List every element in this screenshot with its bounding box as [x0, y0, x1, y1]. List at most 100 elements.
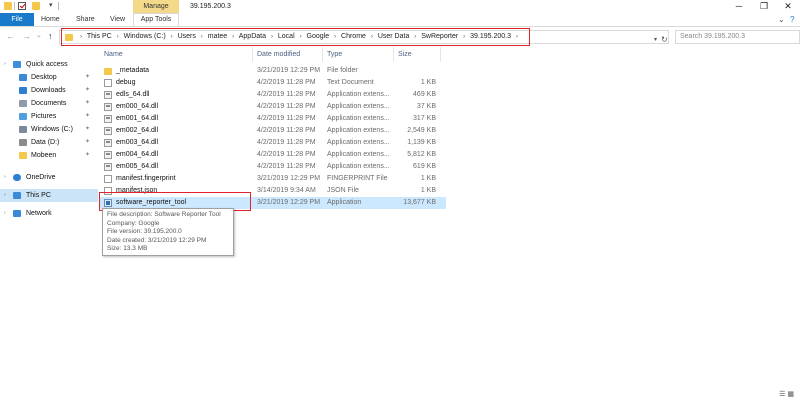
file-date: 4/2/2019 11:28 PM — [257, 79, 316, 86]
column-header-date-modified[interactable]: Date modified — [257, 49, 300, 61]
sidebar-item-network[interactable]: › Network — [0, 207, 98, 220]
properties-icon[interactable] — [18, 2, 26, 10]
file-type: Text Document — [327, 79, 374, 86]
file-row[interactable]: debug 4/2/2019 11:28 PM Text Document 1 … — [100, 77, 446, 89]
large-icons-view-icon[interactable]: ▦ — [787, 391, 794, 398]
file-type: Application — [327, 199, 362, 206]
column-header-name[interactable]: Name — [104, 49, 123, 61]
file-row[interactable]: em005_64.dll 4/2/2019 11:28 PM Applicati… — [100, 161, 446, 173]
file-type: FINGERPRINT File — [327, 175, 388, 182]
file-size: 469 KB — [413, 91, 436, 98]
help-icon[interactable]: ? — [790, 13, 794, 26]
column-divider[interactable] — [252, 47, 253, 62]
manage-context-tab[interactable]: Manage — [133, 0, 179, 13]
sidebar-item-desktop[interactable]: Desktop ✦ — [0, 71, 98, 84]
tab-share[interactable]: Share — [76, 13, 95, 26]
details-view-icon[interactable]: ☰ — [779, 391, 785, 398]
sidebar-item-quick-access[interactable]: › Quick access — [0, 58, 98, 71]
customize-toolbar-dropdown-icon[interactable]: ▾ — [49, 1, 53, 9]
file-row[interactable]: em004_64.dll 4/2/2019 11:28 PM Applicati… — [100, 149, 446, 161]
column-divider[interactable] — [393, 47, 394, 62]
navigation-pane: › Quick access Desktop ✦ Downloads ✦ Doc… — [0, 50, 100, 400]
new-folder-icon[interactable] — [32, 2, 40, 10]
expander-icon[interactable]: › — [4, 58, 6, 71]
file-date: 4/2/2019 11:28 PM — [257, 103, 316, 110]
search-input[interactable]: Search 39.195.200.3 — [675, 30, 800, 44]
file-size: 37 KB — [416, 103, 436, 110]
expander-icon[interactable]: › — [4, 171, 6, 184]
sidebar-item-mobeen[interactable]: Mobeen ✦ — [0, 149, 98, 162]
file-type: File folder — [327, 67, 358, 74]
file-size: 317 KB — [413, 115, 436, 122]
file-date: 4/2/2019 11:28 PM — [257, 163, 316, 170]
dll-file-icon — [104, 163, 112, 171]
close-button[interactable]: ✕ — [776, 0, 800, 13]
address-highlight-box — [61, 28, 530, 46]
sidebar-item-data-d[interactable]: Data (D:) ✦ — [0, 136, 98, 149]
refresh-icon[interactable]: ↻ — [661, 35, 668, 44]
file-name: em001_64.dll — [116, 115, 159, 122]
expander-icon[interactable]: › — [4, 207, 6, 220]
file-row[interactable]: em001_64.dll 4/2/2019 11:28 PM Applicati… — [100, 113, 446, 125]
file-row[interactable]: em002_64.dll 4/2/2019 11:28 PM Applicati… — [100, 125, 446, 137]
column-divider[interactable] — [322, 47, 323, 62]
sidebar-item-this-pc[interactable]: › This PC — [0, 189, 98, 202]
back-arrow-icon[interactable]: ← — [6, 31, 15, 41]
expander-icon[interactable]: › — [4, 189, 6, 202]
folder-icon[interactable] — [4, 2, 12, 10]
column-header-size[interactable]: Size — [398, 49, 412, 61]
tab-home[interactable]: Home — [41, 13, 60, 26]
pin-icon: ✦ — [85, 139, 91, 145]
network-icon — [13, 210, 21, 217]
drive-icon — [19, 126, 27, 133]
drive-icon — [19, 139, 27, 146]
file-row[interactable]: edls_64.dll 4/2/2019 11:28 PM Applicatio… — [100, 89, 446, 101]
sidebar-item-downloads[interactable]: Downloads ✦ — [0, 84, 98, 97]
pin-icon: ✦ — [85, 126, 91, 132]
file-name: em000_64.dll — [116, 103, 159, 110]
pin-icon: ✦ — [85, 74, 91, 80]
folder-icon — [104, 68, 112, 75]
sidebar-item-label: Documents — [31, 100, 67, 107]
file-row[interactable]: manifest.fingerprint 3/21/2019 12:29 PM … — [100, 173, 446, 185]
sidebar-item-windows-c[interactable]: Windows (C:) ✦ — [0, 123, 98, 136]
file-date: 4/2/2019 11:28 PM — [257, 139, 316, 146]
maximize-button[interactable]: ❐ — [752, 0, 776, 13]
column-header-type[interactable]: Type — [327, 49, 342, 61]
forward-arrow-icon[interactable]: → — [22, 31, 31, 41]
dll-file-icon — [104, 151, 112, 159]
tab-view[interactable]: View — [110, 13, 125, 26]
file-size: 2,549 KB — [407, 127, 436, 134]
star-icon — [13, 61, 21, 68]
sidebar-item-label: Quick access — [26, 61, 68, 68]
file-type: JSON File — [327, 187, 359, 194]
minimize-button[interactable]: ─ — [727, 0, 751, 13]
file-row[interactable]: em000_64.dll 4/2/2019 11:28 PM Applicati… — [100, 101, 446, 113]
file-size: 619 KB — [413, 163, 436, 170]
computer-icon — [13, 192, 21, 199]
tab-file[interactable]: File — [0, 13, 34, 26]
tab-app-tools[interactable]: App Tools — [133, 13, 179, 26]
file-type: Application extens... — [327, 127, 390, 134]
column-divider[interactable] — [440, 47, 441, 62]
file-row[interactable]: _metadata 3/21/2019 12:29 PM File folder — [100, 65, 446, 77]
cloud-icon — [13, 174, 21, 181]
file-icon — [104, 175, 112, 183]
sidebar-item-label: Downloads — [31, 87, 66, 94]
file-name: em003_64.dll — [116, 139, 159, 146]
sidebar-item-onedrive[interactable]: › OneDrive — [0, 171, 98, 184]
file-row[interactable]: em003_64.dll 4/2/2019 11:28 PM Applicati… — [100, 137, 446, 149]
dll-file-icon — [104, 139, 112, 147]
file-type: Application extens... — [327, 151, 390, 158]
up-arrow-icon[interactable]: ↑ — [48, 31, 53, 41]
toolbar-separator — [58, 2, 59, 10]
file-date: 4/2/2019 11:28 PM — [257, 151, 316, 158]
expand-ribbon-icon[interactable]: ⌄ — [778, 13, 785, 26]
sidebar-item-documents[interactable]: Documents ✦ — [0, 97, 98, 110]
tooltip-date-created: Date created: 3/21/2019 12:29 PM — [107, 236, 207, 244]
folder-icon — [19, 152, 27, 159]
recent-locations-chevron-icon[interactable]: ⌄ — [36, 31, 42, 41]
address-history-dropdown-icon[interactable]: ▾ — [654, 36, 657, 43]
sidebar-item-label: OneDrive — [26, 174, 56, 181]
sidebar-item-pictures[interactable]: Pictures ✦ — [0, 110, 98, 123]
